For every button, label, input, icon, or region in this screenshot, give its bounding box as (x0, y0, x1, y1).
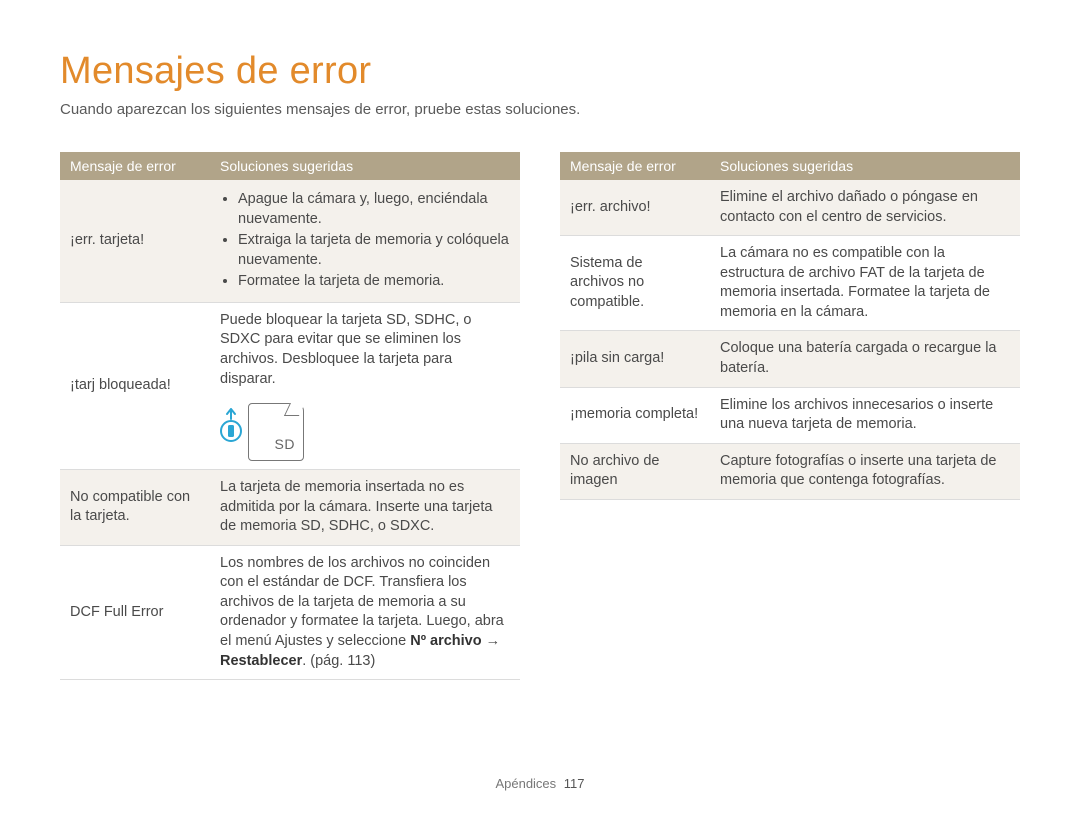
sd-card-body-icon: SD (248, 403, 304, 461)
bold-option-1: Nº archivo (410, 633, 481, 649)
right-column: Mensaje de error Soluciones sugeridas ¡e… (560, 152, 1020, 680)
error-name: ¡err. tarjeta! (60, 180, 210, 302)
header-error: Mensaje de error (560, 152, 710, 180)
sd-card-illustration: SD (220, 401, 510, 461)
desc-suffix: . (pág. 113) (302, 653, 375, 669)
error-name: No compatible con la tarjeta. (60, 470, 210, 546)
table-header-row: Mensaje de error Soluciones sugeridas (60, 152, 520, 180)
table-row: ¡tarj bloqueada! Puede bloquear la tarje… (60, 302, 520, 469)
page-footer: Apéndices 117 (0, 776, 1080, 791)
sd-card-label: SD (275, 435, 295, 454)
error-solution: La tarjeta de memoria insertada no es ad… (210, 470, 520, 546)
table-header-row: Mensaje de error Soluciones sugeridas (560, 152, 1020, 180)
table-row: No compatible con la tarjeta. La tarjeta… (60, 470, 520, 546)
footer-section: Apéndices (495, 776, 556, 791)
error-name: ¡tarj bloqueada! (60, 302, 210, 469)
bullet-item: Extraiga la tarjeta de memoria y colóque… (238, 231, 510, 270)
error-solution: Coloque una batería cargada o recargue l… (710, 331, 1020, 387)
bullet-list: Apague la cámara y, luego, enciéndala nu… (220, 190, 510, 292)
header-solution: Soluciones sugeridas (710, 152, 1020, 180)
table-row: Sistema de archivos no compatible. La cá… (560, 236, 1020, 331)
error-solution: La cámara no es compatible con la estruc… (710, 236, 1020, 331)
error-name: Sistema de archivos no compatible. (560, 236, 710, 331)
page-number: 117 (564, 776, 585, 791)
sd-lock-icon (220, 401, 242, 461)
bullet-item: Apague la cámara y, luego, enciéndala nu… (238, 190, 510, 229)
error-solution: Apague la cámara y, luego, enciéndala nu… (210, 180, 520, 302)
sd-description: Puede bloquear la tarjeta SD, SDHC, o SD… (220, 311, 510, 389)
intro-text: Cuando aparezcan los siguientes mensajes… (60, 101, 1020, 118)
error-name: ¡memoria completa! (560, 387, 710, 443)
error-solution: Capture fotografías o inserte una tarjet… (710, 443, 1020, 499)
table-row: ¡memoria completa! Elimine los archivos … (560, 387, 1020, 443)
error-table-right: Mensaje de error Soluciones sugeridas ¡e… (560, 152, 1020, 500)
error-name: ¡err. archivo! (560, 180, 710, 236)
error-name: No archivo de imagen (560, 443, 710, 499)
error-name: DCF Full Error (60, 545, 210, 679)
two-column-layout: Mensaje de error Soluciones sugeridas ¡e… (60, 152, 1020, 680)
bullet-item: Formatee la tarjeta de memoria. (238, 272, 510, 292)
table-row: DCF Full Error Los nombres de los archiv… (60, 545, 520, 679)
table-row: ¡err. tarjeta! Apague la cámara y, luego… (60, 180, 520, 302)
error-solution: Elimine los archivos innecesarios o inse… (710, 387, 1020, 443)
bold-option-2: Restablecer (220, 653, 302, 669)
header-error: Mensaje de error (60, 152, 210, 180)
table-row: ¡pila sin carga! Coloque una batería car… (560, 331, 1020, 387)
table-row: ¡err. archivo! Elimine el archivo dañado… (560, 180, 1020, 236)
error-solution: Elimine el archivo dañado o póngase en c… (710, 180, 1020, 236)
error-solution: Los nombres de los archivos no coinciden… (210, 545, 520, 679)
header-solution: Soluciones sugeridas (210, 152, 520, 180)
error-name: ¡pila sin carga! (560, 331, 710, 387)
arrow-icon: → (482, 633, 501, 649)
left-column: Mensaje de error Soluciones sugeridas ¡e… (60, 152, 520, 680)
page-title: Mensajes de error (60, 50, 1020, 93)
error-solution: Puede bloquear la tarjeta SD, SDHC, o SD… (210, 302, 520, 469)
error-table-left: Mensaje de error Soluciones sugeridas ¡e… (60, 152, 520, 680)
table-row: No archivo de imagen Capture fotografías… (560, 443, 1020, 499)
